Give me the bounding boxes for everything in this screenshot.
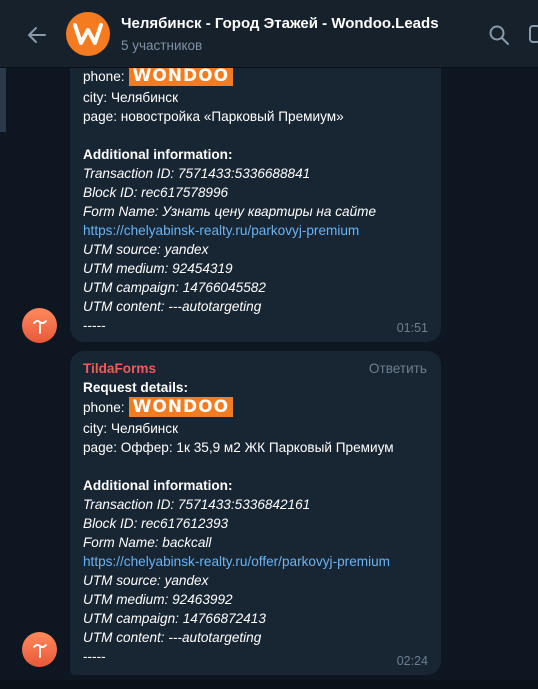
search-icon bbox=[489, 25, 509, 45]
utm-campaign: UTM campaign: 14766045582 bbox=[83, 280, 266, 295]
transaction-id: Transaction ID: 7571433:5336688841 bbox=[83, 166, 311, 181]
wondoo-logo-icon bbox=[73, 23, 103, 45]
separator: ----- bbox=[83, 318, 106, 333]
utm-medium: UTM medium: 92454319 bbox=[83, 261, 233, 276]
sender-name[interactable]: TildaForms bbox=[83, 361, 156, 376]
search-button[interactable] bbox=[488, 24, 510, 46]
message-time: 02:24 bbox=[396, 654, 428, 668]
utm-content: UTM content: ---autotargeting bbox=[83, 299, 262, 314]
back-arrow-icon bbox=[28, 27, 46, 43]
reply-button[interactable]: Ответить bbox=[369, 359, 427, 378]
more-button[interactable] bbox=[528, 22, 538, 46]
message-bubble: phone: WONDOO city: Челябинск page: новос… bbox=[70, 40, 441, 342]
utm-content: UTM content: ---autotargeting bbox=[83, 630, 262, 645]
scroll-indicator[interactable] bbox=[0, 68, 6, 132]
tilda-icon bbox=[32, 319, 47, 334]
bottom-edge bbox=[0, 680, 538, 689]
separator: ----- bbox=[83, 649, 106, 664]
phone-line: phone: WONDOO bbox=[83, 66, 427, 88]
page-link[interactable]: https://chelyabinsk-realty.ru/offer/park… bbox=[83, 552, 427, 571]
tilda-icon bbox=[32, 643, 47, 658]
utm-source: UTM source: yandex bbox=[83, 573, 209, 588]
phone-label: phone: bbox=[83, 69, 125, 84]
form-name: Form Name: backcall bbox=[83, 535, 212, 550]
additional-heading: Additional information: bbox=[83, 147, 233, 162]
block-id: Block ID: rec617578996 bbox=[83, 185, 229, 200]
redacted-phone-tag: WONDOO bbox=[128, 397, 234, 418]
chat-avatar[interactable] bbox=[66, 12, 110, 56]
redacted-phone-tag: WONDOO bbox=[128, 66, 234, 87]
city-line: city: Челябинск bbox=[83, 90, 179, 105]
member-count: 5 участников bbox=[121, 38, 203, 53]
more-icon bbox=[529, 25, 538, 43]
phone-label: phone: bbox=[83, 400, 125, 415]
sender-avatar[interactable] bbox=[22, 632, 57, 667]
chat-title[interactable]: Челябинск - Город Этажей - Wondoo.Leads bbox=[121, 15, 439, 32]
utm-medium: UTM medium: 92463992 bbox=[83, 592, 233, 607]
city-line: city: Челябинск bbox=[83, 421, 179, 436]
page-line: page: новостройка «Парковый Премиум» bbox=[83, 109, 344, 124]
block-id: Block ID: rec617612393 bbox=[83, 516, 229, 531]
phone-line: phone: WONDOO bbox=[83, 397, 427, 419]
message-bubble: TildaForms Ответить Request details: pho… bbox=[70, 351, 441, 675]
back-button[interactable] bbox=[24, 22, 50, 48]
request-heading: Request details: bbox=[83, 380, 188, 395]
page-link[interactable]: https://chelyabinsk-realty.ru/parkovyj-p… bbox=[83, 221, 427, 240]
additional-heading: Additional information: bbox=[83, 478, 233, 493]
sender-avatar[interactable] bbox=[22, 308, 57, 343]
form-name: Form Name: Узнать цену квартиры на сайте bbox=[83, 204, 377, 219]
utm-campaign: UTM campaign: 14766872413 bbox=[83, 611, 266, 626]
message-header: TildaForms Ответить bbox=[83, 359, 427, 378]
utm-source: UTM source: yandex bbox=[83, 242, 209, 257]
chat-header: Челябинск - Город Этажей - Wondoo.Leads … bbox=[0, 0, 538, 68]
page-line: page: Оффер: 1к 35,9 м2 ЖК Парковый Прем… bbox=[83, 440, 394, 455]
transaction-id: Transaction ID: 7571433:5336842161 bbox=[83, 497, 311, 512]
message-time: 01:51 bbox=[396, 321, 428, 335]
